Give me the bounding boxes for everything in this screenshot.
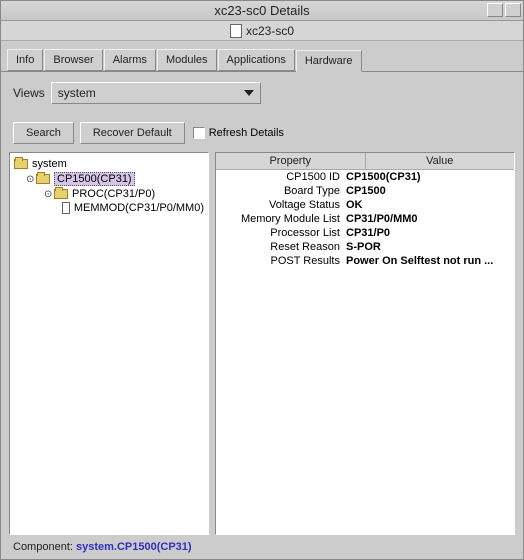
details-window: xc23-sc0 Details xc23-sc0 Info Browser A… [0,0,524,560]
subtitlebar: xc23-sc0 [1,21,523,41]
tree-node-system[interactable]: system [14,157,204,171]
folder-icon [14,159,28,169]
minimize-button[interactable] [487,3,503,17]
tree-label: MEMMOD(CP31/P0/MM0) [74,202,204,214]
document-icon [230,24,242,38]
views-row: Views system [9,72,515,118]
tab-browser[interactable]: Browser [44,49,102,71]
tree-label: PROC(CP31/P0) [72,188,155,200]
detail-pane: Property Value CP1500 ID CP1500(CP31) Bo… [215,152,515,535]
component-label: Component: [13,541,73,553]
hardware-panel: Views system Search Recover Default Refr… [1,72,523,559]
tab-info[interactable]: Info [7,49,43,71]
detail-row: Memory Module List CP31/P0/MM0 [216,212,514,226]
tree-node-memmod[interactable]: MEMMOD(CP31/P0/MM0) [14,201,204,215]
maximize-button[interactable] [505,3,521,17]
checkbox-icon [193,127,205,139]
toolbar: Search Recover Default Refresh Details [9,118,515,152]
tree-toggle-icon[interactable]: ⊙ [44,189,52,200]
detail-value: CP31/P0 [346,227,514,239]
titlebar: xc23-sc0 Details [1,1,523,21]
folder-icon [54,189,68,199]
detail-row: CP1500 ID CP1500(CP31) [216,170,514,184]
detail-row: POST Results Power On Selftest not run .… [216,254,514,268]
tab-hardware[interactable]: Hardware [296,50,362,72]
detail-value: CP1500 [346,185,514,197]
tree-node-proc[interactable]: ⊙ PROC(CP31/P0) [14,187,204,201]
column-property[interactable]: Property [216,153,366,169]
views-label: Views [13,86,45,100]
tree-toggle-icon[interactable]: ⊙ [26,174,34,185]
detail-key: Processor List [216,227,346,239]
split-pane: system ⊙ CP1500(CP31) ⊙ PROC(CP31/P0) ME… [9,152,515,535]
detail-value: S-POR [346,241,514,253]
tab-modules[interactable]: Modules [157,49,217,71]
detail-header: Property Value [216,153,514,170]
detail-value: CP31/P0/MM0 [346,213,514,225]
detail-key: POST Results [216,255,346,267]
views-select[interactable]: system [51,82,261,104]
component-footer: Component: system.CP1500(CP31) [9,535,515,553]
search-button[interactable]: Search [13,122,74,144]
refresh-checkbox[interactable]: Refresh Details [193,127,284,139]
detail-key: Voltage Status [216,199,346,211]
tree-pane[interactable]: system ⊙ CP1500(CP31) ⊙ PROC(CP31/P0) ME… [9,152,209,535]
detail-row: Reset Reason S-POR [216,240,514,254]
window-title: xc23-sc0 Details [214,3,309,18]
detail-key: Board Type [216,185,346,197]
tree-label: system [32,158,67,170]
detail-key: CP1500 ID [216,171,346,183]
tab-bar: Info Browser Alarms Modules Applications… [1,41,523,72]
detail-value: OK [346,199,514,211]
refresh-label: Refresh Details [209,127,284,139]
recover-default-button[interactable]: Recover Default [80,122,185,144]
detail-row: Voltage Status OK [216,198,514,212]
tree-node-cp1500[interactable]: ⊙ CP1500(CP31) [14,171,204,187]
detail-value: Power On Selftest not run ... [346,255,514,267]
tree-label: CP1500(CP31) [54,172,135,186]
detail-key: Reset Reason [216,241,346,253]
titlebar-controls [487,3,521,17]
file-icon [62,202,70,214]
folder-icon [36,174,50,184]
tab-applications[interactable]: Applications [218,49,295,71]
detail-value: CP1500(CP31) [346,171,514,183]
component-path: system.CP1500(CP31) [76,541,192,553]
subtitle: xc23-sc0 [246,24,294,38]
detail-key: Memory Module List [216,213,346,225]
column-value[interactable]: Value [366,153,515,169]
detail-row: Board Type CP1500 [216,184,514,198]
chevron-down-icon [244,90,254,96]
detail-row: Processor List CP31/P0 [216,226,514,240]
views-selected: system [58,86,96,100]
tab-alarms[interactable]: Alarms [104,49,156,71]
